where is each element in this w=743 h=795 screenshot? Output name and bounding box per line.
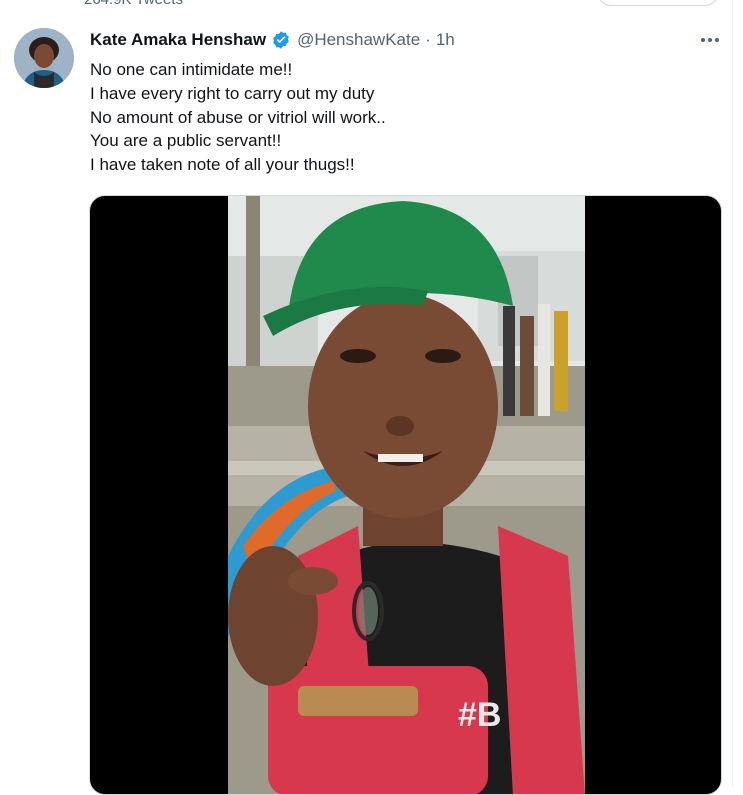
verified-badge-icon[interactable] — [271, 30, 291, 50]
video-still-image: #B — [228, 196, 585, 794]
profile-top-strip: 264.9K Tweets — [0, 0, 743, 14]
author-handle[interactable]: @HenshawKate — [297, 30, 420, 50]
author-name[interactable]: Kate Amaka Henshaw — [90, 30, 266, 50]
video-frame: #B — [228, 196, 585, 794]
tweet-line: I have every right to carry out my duty — [90, 83, 375, 103]
tweet-line: No one can intimidate me!! — [90, 60, 293, 79]
column-border — [732, 0, 733, 787]
author-avatar[interactable] — [14, 28, 74, 88]
separator-dot: · — [425, 30, 431, 49]
tweet-timestamp[interactable]: 1h — [436, 30, 455, 50]
tweet-line: I have taken note of all your thugs!! — [90, 155, 355, 175]
tweet-line: No amount of abuse or vitriol will work.… — [90, 107, 386, 127]
follow-button[interactable] — [596, 0, 720, 6]
shirt-text: #B — [458, 696, 501, 734]
tweet-video[interactable]: #B — [89, 195, 722, 795]
tweet-line: You are a public servant!! — [90, 131, 282, 151]
avatar-image — [14, 28, 74, 88]
tweet-text: No one can intimidate me!! I have every … — [90, 58, 710, 177]
tweet-header: Kate Amaka Henshaw @HenshawKate · 1h — [90, 29, 455, 51]
more-options-icon[interactable] — [698, 30, 722, 50]
tweet-count: 264.9K Tweets — [84, 0, 183, 8]
